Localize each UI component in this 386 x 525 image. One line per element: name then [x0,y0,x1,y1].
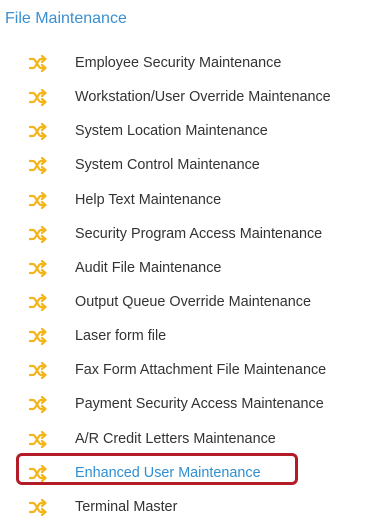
menu-item-terminal-master[interactable]: Terminal Master [0,491,386,525]
menu-item-label: Enhanced User Maintenance [75,464,261,481]
menu-item-label: Output Queue Override Maintenance [75,293,311,310]
menu-item-fax-form-attachment-file-maintenance[interactable]: Fax Form Attachment File Maintenance [0,354,386,388]
menu-item-label: Workstation/User Override Maintenance [75,89,331,106]
menu-item-label: A/R Credit Letters Maintenance [75,430,276,447]
shuffle-icon [29,498,47,516]
shuffle-icon [29,55,47,72]
shuffle-icon [29,89,47,107]
section-title: File Maintenance [5,10,127,27]
menu-item-output-queue-override-maintenance[interactable]: Output Queue Override Maintenance [0,286,386,320]
menu-item-security-program-access-maintenance[interactable]: Security Program Access Maintenance [0,218,386,252]
shuffle-icon [29,225,47,243]
menu-item-label: Laser form file [75,328,167,345]
menu-item-label: Audit File Maintenance [75,259,222,276]
shuffle-icon [29,157,47,175]
menu-item-system-location-maintenance[interactable]: System Location Maintenance [0,115,386,149]
menu-item-help-text-maintenance[interactable]: Help Text Maintenance [0,184,386,218]
shuffle-icon [29,328,47,346]
menu-item-audit-file-maintenance[interactable]: Audit File Maintenance [0,252,386,286]
menu-item-ar-credit-letters-maintenance[interactable]: A/R Credit Letters Maintenance [0,423,386,457]
menu-item-label: Payment Security Access Maintenance [75,396,324,413]
menu-item-label: System Control Maintenance [75,157,260,174]
menu-item-workstation-user-override-maintenance[interactable]: Workstation/User Override Maintenance [0,81,386,115]
menu-item-label: System Location Maintenance [75,123,268,140]
shuffle-icon [29,430,47,448]
menu-item-laser-form-file[interactable]: Laser form file [0,320,386,354]
shuffle-icon [29,123,47,141]
file-maintenance-menu: Employee Security Maintenance Workstatio… [0,47,386,525]
shuffle-icon [29,293,47,311]
shuffle-icon [29,362,47,380]
shuffle-icon [29,191,47,209]
menu-item-employee-security-maintenance[interactable]: Employee Security Maintenance [0,47,386,81]
menu-item-label: Employee Security Maintenance [75,55,282,71]
menu-item-enhanced-user-maintenance[interactable]: Enhanced User Maintenance [0,457,386,491]
shuffle-icon [29,259,47,277]
menu-item-label: Help Text Maintenance [75,191,222,208]
menu-item-label: Terminal Master [75,498,178,515]
menu-item-system-control-maintenance[interactable]: System Control Maintenance [0,149,386,183]
menu-item-label: Fax Form Attachment File Maintenance [75,362,327,379]
menu-item-label: Security Program Access Maintenance [75,225,323,242]
menu-item-payment-security-access-maintenance[interactable]: Payment Security Access Maintenance [0,388,386,422]
shuffle-icon [29,396,47,414]
shuffle-icon [29,464,47,482]
